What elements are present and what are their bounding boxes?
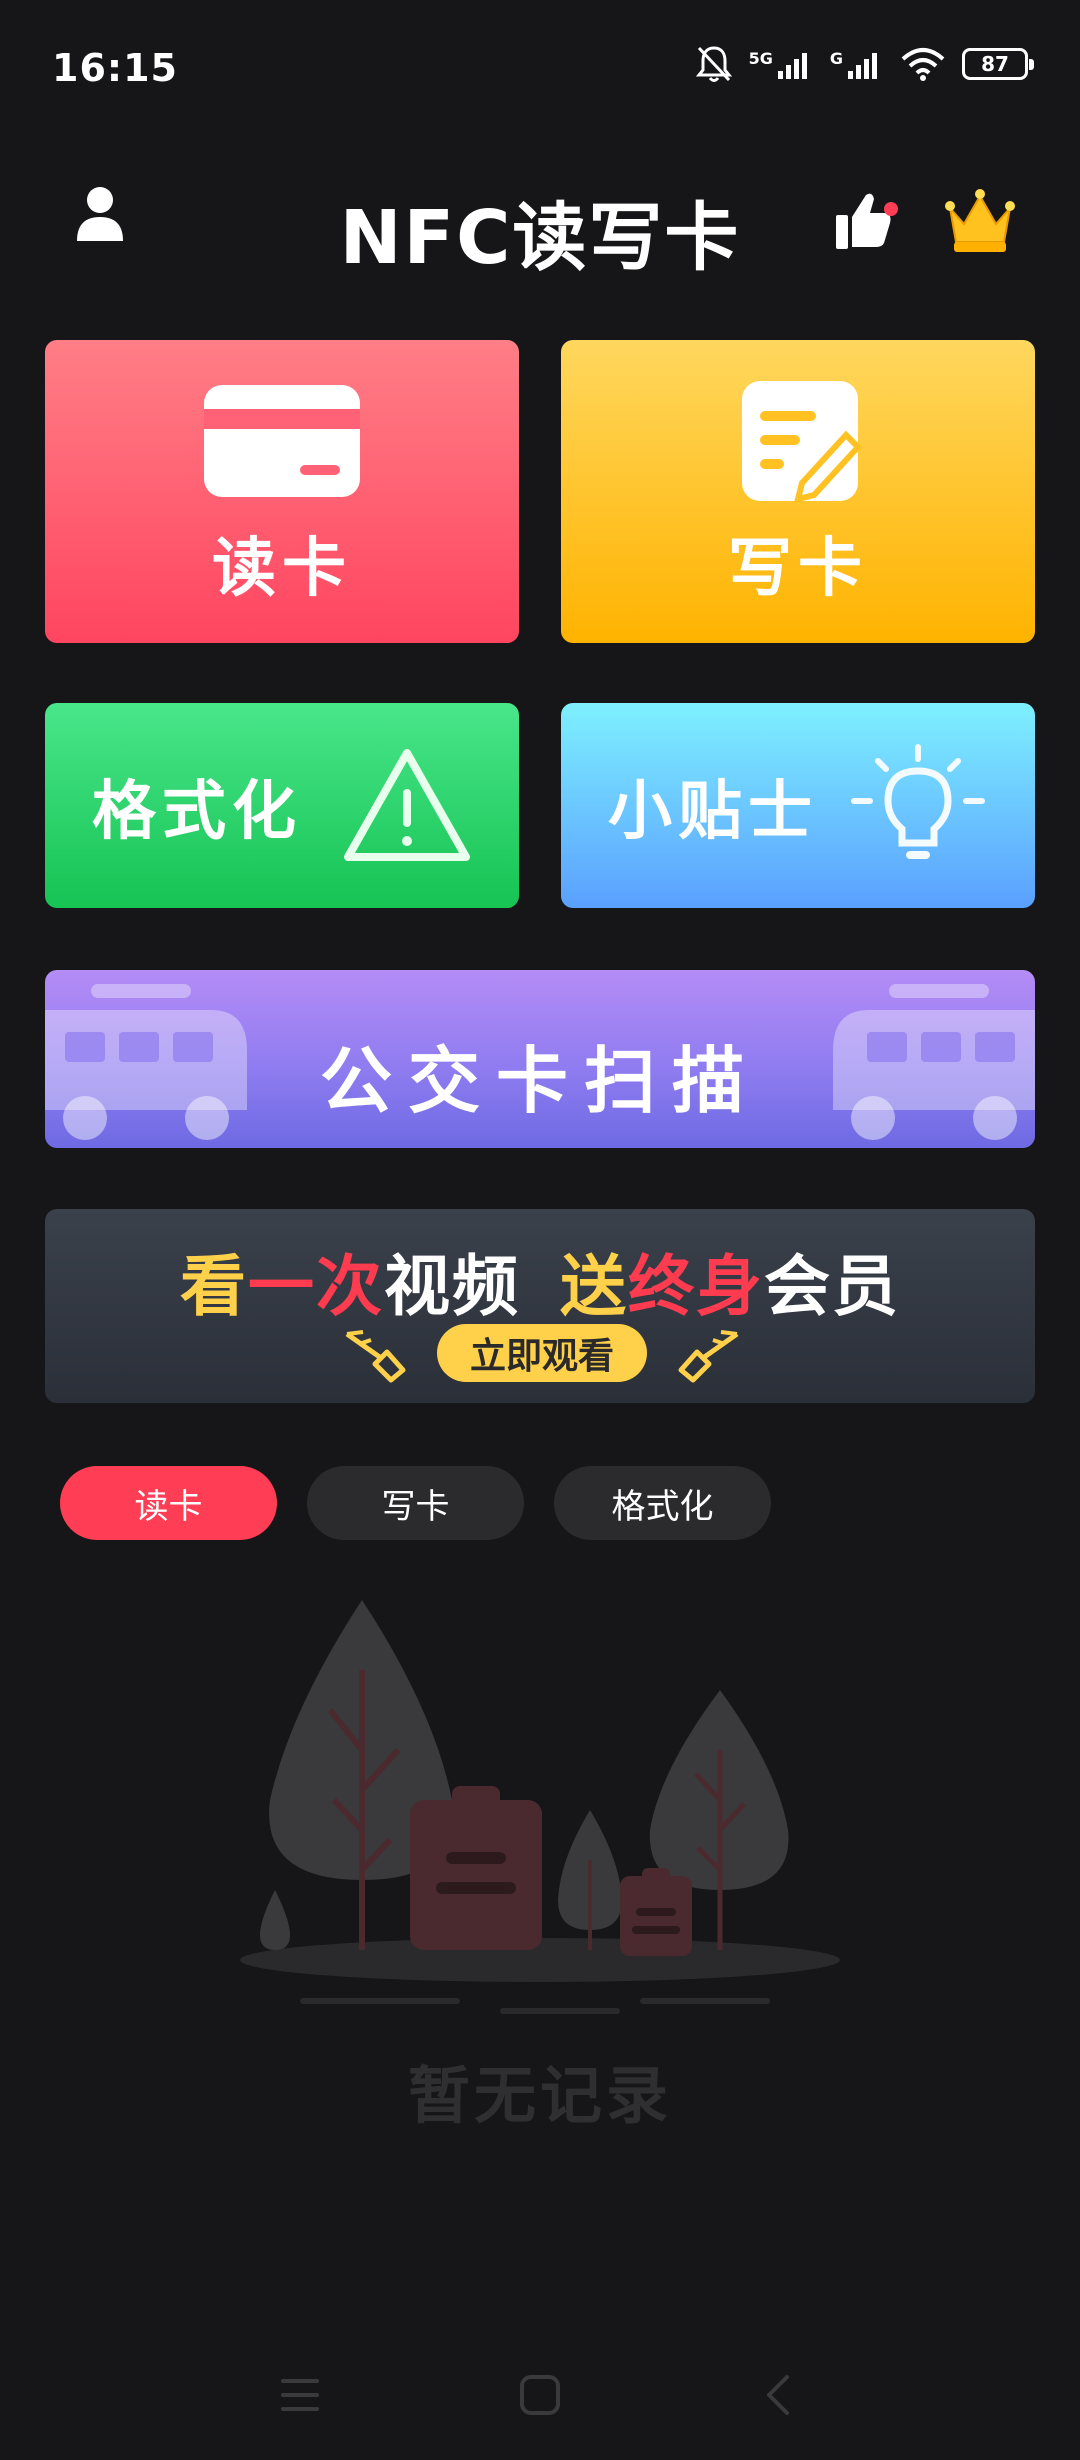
home-icon (520, 2375, 560, 2415)
ad-text-part: 视频 (384, 1248, 520, 1325)
tab-write[interactable]: 写卡 (307, 1466, 524, 1540)
empty-state-text: 暂无记录 (407, 2059, 672, 2132)
vip-button[interactable] (942, 186, 1018, 256)
signal-icon (848, 53, 877, 79)
back-button[interactable] (748, 2365, 808, 2425)
ad-text-part: 一次 (248, 1248, 384, 1325)
watch-now-button[interactable]: 立即观看 (437, 1324, 647, 1382)
battery-icon: 87 (962, 48, 1034, 80)
wifi-icon (901, 48, 945, 81)
app-header: NFC读写卡 (0, 170, 1080, 281)
write-card-tile[interactable]: 写卡 (561, 340, 1035, 643)
network-type-label: G (829, 49, 843, 68)
ad-headline: 看一次视频 送终身会员 (45, 1233, 1035, 1329)
system-nav-bar (0, 2355, 1080, 2435)
bus-icon-right (833, 984, 1035, 1140)
signal-group-2: G (830, 49, 884, 79)
write-card-label: 写卡 (728, 531, 868, 606)
like-button[interactable] (832, 188, 902, 252)
page-title: NFC读写卡 (339, 195, 741, 281)
tips-label: 小贴士 (608, 774, 818, 849)
format-label: 格式化 (92, 774, 302, 849)
status-bar: 16:15 5G G 87 (0, 0, 1080, 135)
menu-button[interactable] (270, 2365, 330, 2425)
crown-icon (945, 189, 1015, 252)
read-card-tile[interactable]: 读卡 (45, 340, 519, 643)
signal-icon (777, 53, 807, 79)
edit-document-icon (742, 380, 863, 503)
card-icon (204, 384, 360, 497)
lightbulb-icon (851, 743, 985, 859)
empty-state-illustration (240, 1600, 840, 2014)
status-icons: 5G G 87 (695, 44, 1034, 84)
mute-bell-icon (695, 46, 732, 82)
record-tabs: 读卡 写卡 格式化 (60, 1466, 771, 1540)
bus-card-scan-banner[interactable]: 公交卡扫描 (45, 970, 1035, 1148)
ad-text-part: 终身 (628, 1248, 764, 1325)
home-button[interactable] (510, 2365, 570, 2425)
status-time: 16:15 (52, 46, 178, 90)
battery-level: 87 (981, 52, 1009, 76)
warning-icon (344, 748, 470, 861)
watch-video-ad-banner[interactable]: 看一次视频 送终身会员 立即观看 (45, 1209, 1035, 1403)
ad-text-part: 会员 (764, 1248, 900, 1325)
pointing-hand-icon (345, 1330, 406, 1383)
tab-format[interactable]: 格式化 (554, 1466, 771, 1540)
tips-tile[interactable]: 小贴士 (561, 703, 1035, 908)
back-icon (767, 2375, 789, 2415)
tab-read[interactable]: 读卡 (60, 1466, 277, 1540)
thumbs-up-icon (836, 193, 898, 249)
format-tile[interactable]: 格式化 (45, 703, 519, 908)
ad-text-part: 看 (180, 1248, 248, 1325)
signal-group-1: 5G (749, 49, 814, 79)
network-type-label: 5G (748, 49, 773, 68)
read-card-label: 读卡 (212, 531, 352, 606)
menu-icon (281, 2379, 319, 2411)
ad-text-part: 送 (560, 1248, 628, 1325)
pointing-hand-icon (678, 1330, 739, 1383)
